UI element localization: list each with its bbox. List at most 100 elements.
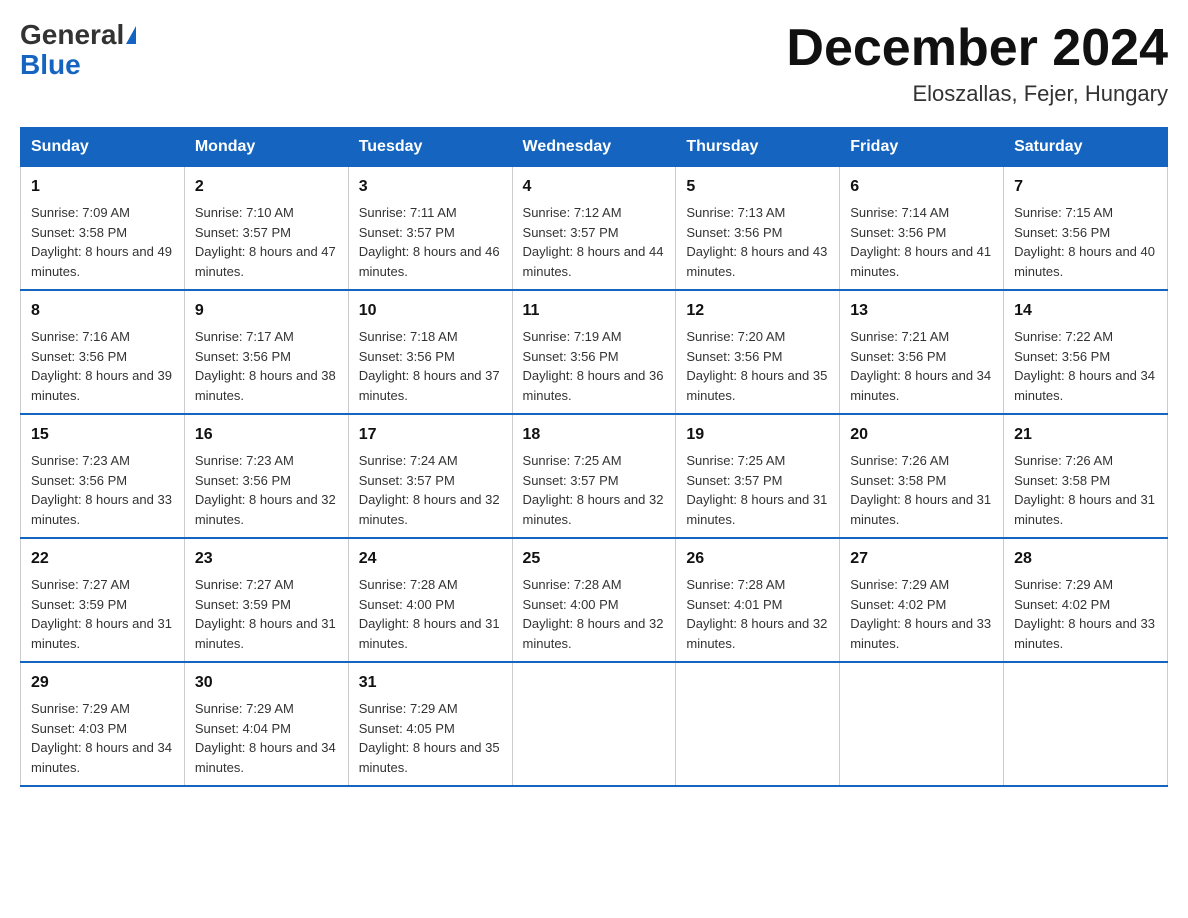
logo: General Blue (20, 20, 136, 79)
day-number: 11 (523, 299, 666, 323)
day-number: 12 (686, 299, 829, 323)
day-number: 26 (686, 547, 829, 571)
page-header: General Blue December 2024 Eloszallas, F… (20, 20, 1168, 107)
day-number: 17 (359, 423, 502, 447)
calendar-week-row: 22 Sunrise: 7:27 AM Sunset: 3:59 PM Dayl… (21, 538, 1168, 662)
calendar-header-cell: Tuesday (348, 128, 512, 167)
sunrise-label: Sunrise: 7:10 AM (195, 205, 294, 220)
calendar-cell (676, 662, 840, 786)
cell-content: 11 Sunrise: 7:19 AM Sunset: 3:56 PM Dayl… (523, 299, 666, 405)
daylight-label: Daylight: 8 hours and 31 minutes. (359, 616, 500, 651)
sunset-label: Sunset: 3:56 PM (850, 225, 946, 240)
cell-content: 19 Sunrise: 7:25 AM Sunset: 3:57 PM Dayl… (686, 423, 829, 529)
daylight-label: Daylight: 8 hours and 34 minutes. (850, 368, 991, 403)
calendar-header-cell: Thursday (676, 128, 840, 167)
sunrise-label: Sunrise: 7:14 AM (850, 205, 949, 220)
calendar-cell: 23 Sunrise: 7:27 AM Sunset: 3:59 PM Dayl… (184, 538, 348, 662)
calendar-week-row: 8 Sunrise: 7:16 AM Sunset: 3:56 PM Dayli… (21, 290, 1168, 414)
month-title: December 2024 (786, 20, 1168, 77)
daylight-label: Daylight: 8 hours and 44 minutes. (523, 244, 664, 279)
calendar-cell: 21 Sunrise: 7:26 AM Sunset: 3:58 PM Dayl… (1004, 414, 1168, 538)
daylight-label: Daylight: 8 hours and 43 minutes. (686, 244, 827, 279)
sunset-label: Sunset: 4:03 PM (31, 721, 127, 736)
calendar-cell: 11 Sunrise: 7:19 AM Sunset: 3:56 PM Dayl… (512, 290, 676, 414)
sunset-label: Sunset: 3:56 PM (359, 349, 455, 364)
daylight-label: Daylight: 8 hours and 34 minutes. (1014, 368, 1155, 403)
daylight-label: Daylight: 8 hours and 34 minutes. (31, 740, 172, 775)
calendar-cell (512, 662, 676, 786)
daylight-label: Daylight: 8 hours and 39 minutes. (31, 368, 172, 403)
calendar-cell: 19 Sunrise: 7:25 AM Sunset: 3:57 PM Dayl… (676, 414, 840, 538)
sunset-label: Sunset: 3:56 PM (686, 225, 782, 240)
calendar-header-cell: Wednesday (512, 128, 676, 167)
sunset-label: Sunset: 3:56 PM (1014, 225, 1110, 240)
day-number: 22 (31, 547, 174, 571)
cell-content: 16 Sunrise: 7:23 AM Sunset: 3:56 PM Dayl… (195, 423, 338, 529)
daylight-label: Daylight: 8 hours and 37 minutes. (359, 368, 500, 403)
calendar-cell: 13 Sunrise: 7:21 AM Sunset: 3:56 PM Dayl… (840, 290, 1004, 414)
title-area: December 2024 Eloszallas, Fejer, Hungary (786, 20, 1168, 107)
day-number: 10 (359, 299, 502, 323)
daylight-label: Daylight: 8 hours and 41 minutes. (850, 244, 991, 279)
calendar-cell (840, 662, 1004, 786)
cell-content: 28 Sunrise: 7:29 AM Sunset: 4:02 PM Dayl… (1014, 547, 1157, 653)
sunrise-label: Sunrise: 7:25 AM (686, 453, 785, 468)
cell-content: 29 Sunrise: 7:29 AM Sunset: 4:03 PM Dayl… (31, 671, 174, 777)
daylight-label: Daylight: 8 hours and 33 minutes. (1014, 616, 1155, 651)
calendar-cell: 6 Sunrise: 7:14 AM Sunset: 3:56 PM Dayli… (840, 167, 1004, 291)
calendar-cell: 7 Sunrise: 7:15 AM Sunset: 3:56 PM Dayli… (1004, 167, 1168, 291)
sunset-label: Sunset: 3:57 PM (523, 473, 619, 488)
sunset-label: Sunset: 3:56 PM (1014, 349, 1110, 364)
sunrise-label: Sunrise: 7:28 AM (523, 577, 622, 592)
sunrise-label: Sunrise: 7:12 AM (523, 205, 622, 220)
sunrise-label: Sunrise: 7:21 AM (850, 329, 949, 344)
day-number: 28 (1014, 547, 1157, 571)
cell-content: 8 Sunrise: 7:16 AM Sunset: 3:56 PM Dayli… (31, 299, 174, 405)
day-number: 25 (523, 547, 666, 571)
cell-content: 25 Sunrise: 7:28 AM Sunset: 4:00 PM Dayl… (523, 547, 666, 653)
daylight-label: Daylight: 8 hours and 40 minutes. (1014, 244, 1155, 279)
sunset-label: Sunset: 4:02 PM (1014, 597, 1110, 612)
sunrise-label: Sunrise: 7:13 AM (686, 205, 785, 220)
sunrise-label: Sunrise: 7:28 AM (359, 577, 458, 592)
day-number: 19 (686, 423, 829, 447)
day-number: 24 (359, 547, 502, 571)
calendar-cell: 15 Sunrise: 7:23 AM Sunset: 3:56 PM Dayl… (21, 414, 185, 538)
sunrise-label: Sunrise: 7:11 AM (359, 205, 457, 220)
sunset-label: Sunset: 3:56 PM (31, 349, 127, 364)
cell-content: 27 Sunrise: 7:29 AM Sunset: 4:02 PM Dayl… (850, 547, 993, 653)
sunrise-label: Sunrise: 7:26 AM (1014, 453, 1113, 468)
cell-content: 2 Sunrise: 7:10 AM Sunset: 3:57 PM Dayli… (195, 175, 338, 281)
cell-content: 26 Sunrise: 7:28 AM Sunset: 4:01 PM Dayl… (686, 547, 829, 653)
calendar-cell: 5 Sunrise: 7:13 AM Sunset: 3:56 PM Dayli… (676, 167, 840, 291)
calendar-cell: 2 Sunrise: 7:10 AM Sunset: 3:57 PM Dayli… (184, 167, 348, 291)
sunrise-label: Sunrise: 7:25 AM (523, 453, 622, 468)
sunset-label: Sunset: 3:57 PM (523, 225, 619, 240)
daylight-label: Daylight: 8 hours and 47 minutes. (195, 244, 336, 279)
cell-content: 5 Sunrise: 7:13 AM Sunset: 3:56 PM Dayli… (686, 175, 829, 281)
calendar-cell: 18 Sunrise: 7:25 AM Sunset: 3:57 PM Dayl… (512, 414, 676, 538)
sunrise-label: Sunrise: 7:29 AM (850, 577, 949, 592)
cell-content: 21 Sunrise: 7:26 AM Sunset: 3:58 PM Dayl… (1014, 423, 1157, 529)
daylight-label: Daylight: 8 hours and 35 minutes. (359, 740, 500, 775)
calendar-cell: 29 Sunrise: 7:29 AM Sunset: 4:03 PM Dayl… (21, 662, 185, 786)
calendar-cell: 1 Sunrise: 7:09 AM Sunset: 3:58 PM Dayli… (21, 167, 185, 291)
sunrise-label: Sunrise: 7:18 AM (359, 329, 458, 344)
sunrise-label: Sunrise: 7:29 AM (1014, 577, 1113, 592)
daylight-label: Daylight: 8 hours and 32 minutes. (523, 492, 664, 527)
sunrise-label: Sunrise: 7:29 AM (195, 701, 294, 716)
sunset-label: Sunset: 3:58 PM (1014, 473, 1110, 488)
sunrise-label: Sunrise: 7:24 AM (359, 453, 458, 468)
calendar-cell: 24 Sunrise: 7:28 AM Sunset: 4:00 PM Dayl… (348, 538, 512, 662)
sunset-label: Sunset: 4:01 PM (686, 597, 782, 612)
calendar-table: SundayMondayTuesdayWednesdayThursdayFrid… (20, 127, 1168, 787)
sunrise-label: Sunrise: 7:27 AM (31, 577, 130, 592)
sunrise-label: Sunrise: 7:26 AM (850, 453, 949, 468)
sunrise-label: Sunrise: 7:17 AM (195, 329, 294, 344)
calendar-cell: 31 Sunrise: 7:29 AM Sunset: 4:05 PM Dayl… (348, 662, 512, 786)
sunrise-label: Sunrise: 7:09 AM (31, 205, 130, 220)
day-number: 2 (195, 175, 338, 199)
cell-content: 15 Sunrise: 7:23 AM Sunset: 3:56 PM Dayl… (31, 423, 174, 529)
daylight-label: Daylight: 8 hours and 32 minutes. (359, 492, 500, 527)
cell-content: 31 Sunrise: 7:29 AM Sunset: 4:05 PM Dayl… (359, 671, 502, 777)
